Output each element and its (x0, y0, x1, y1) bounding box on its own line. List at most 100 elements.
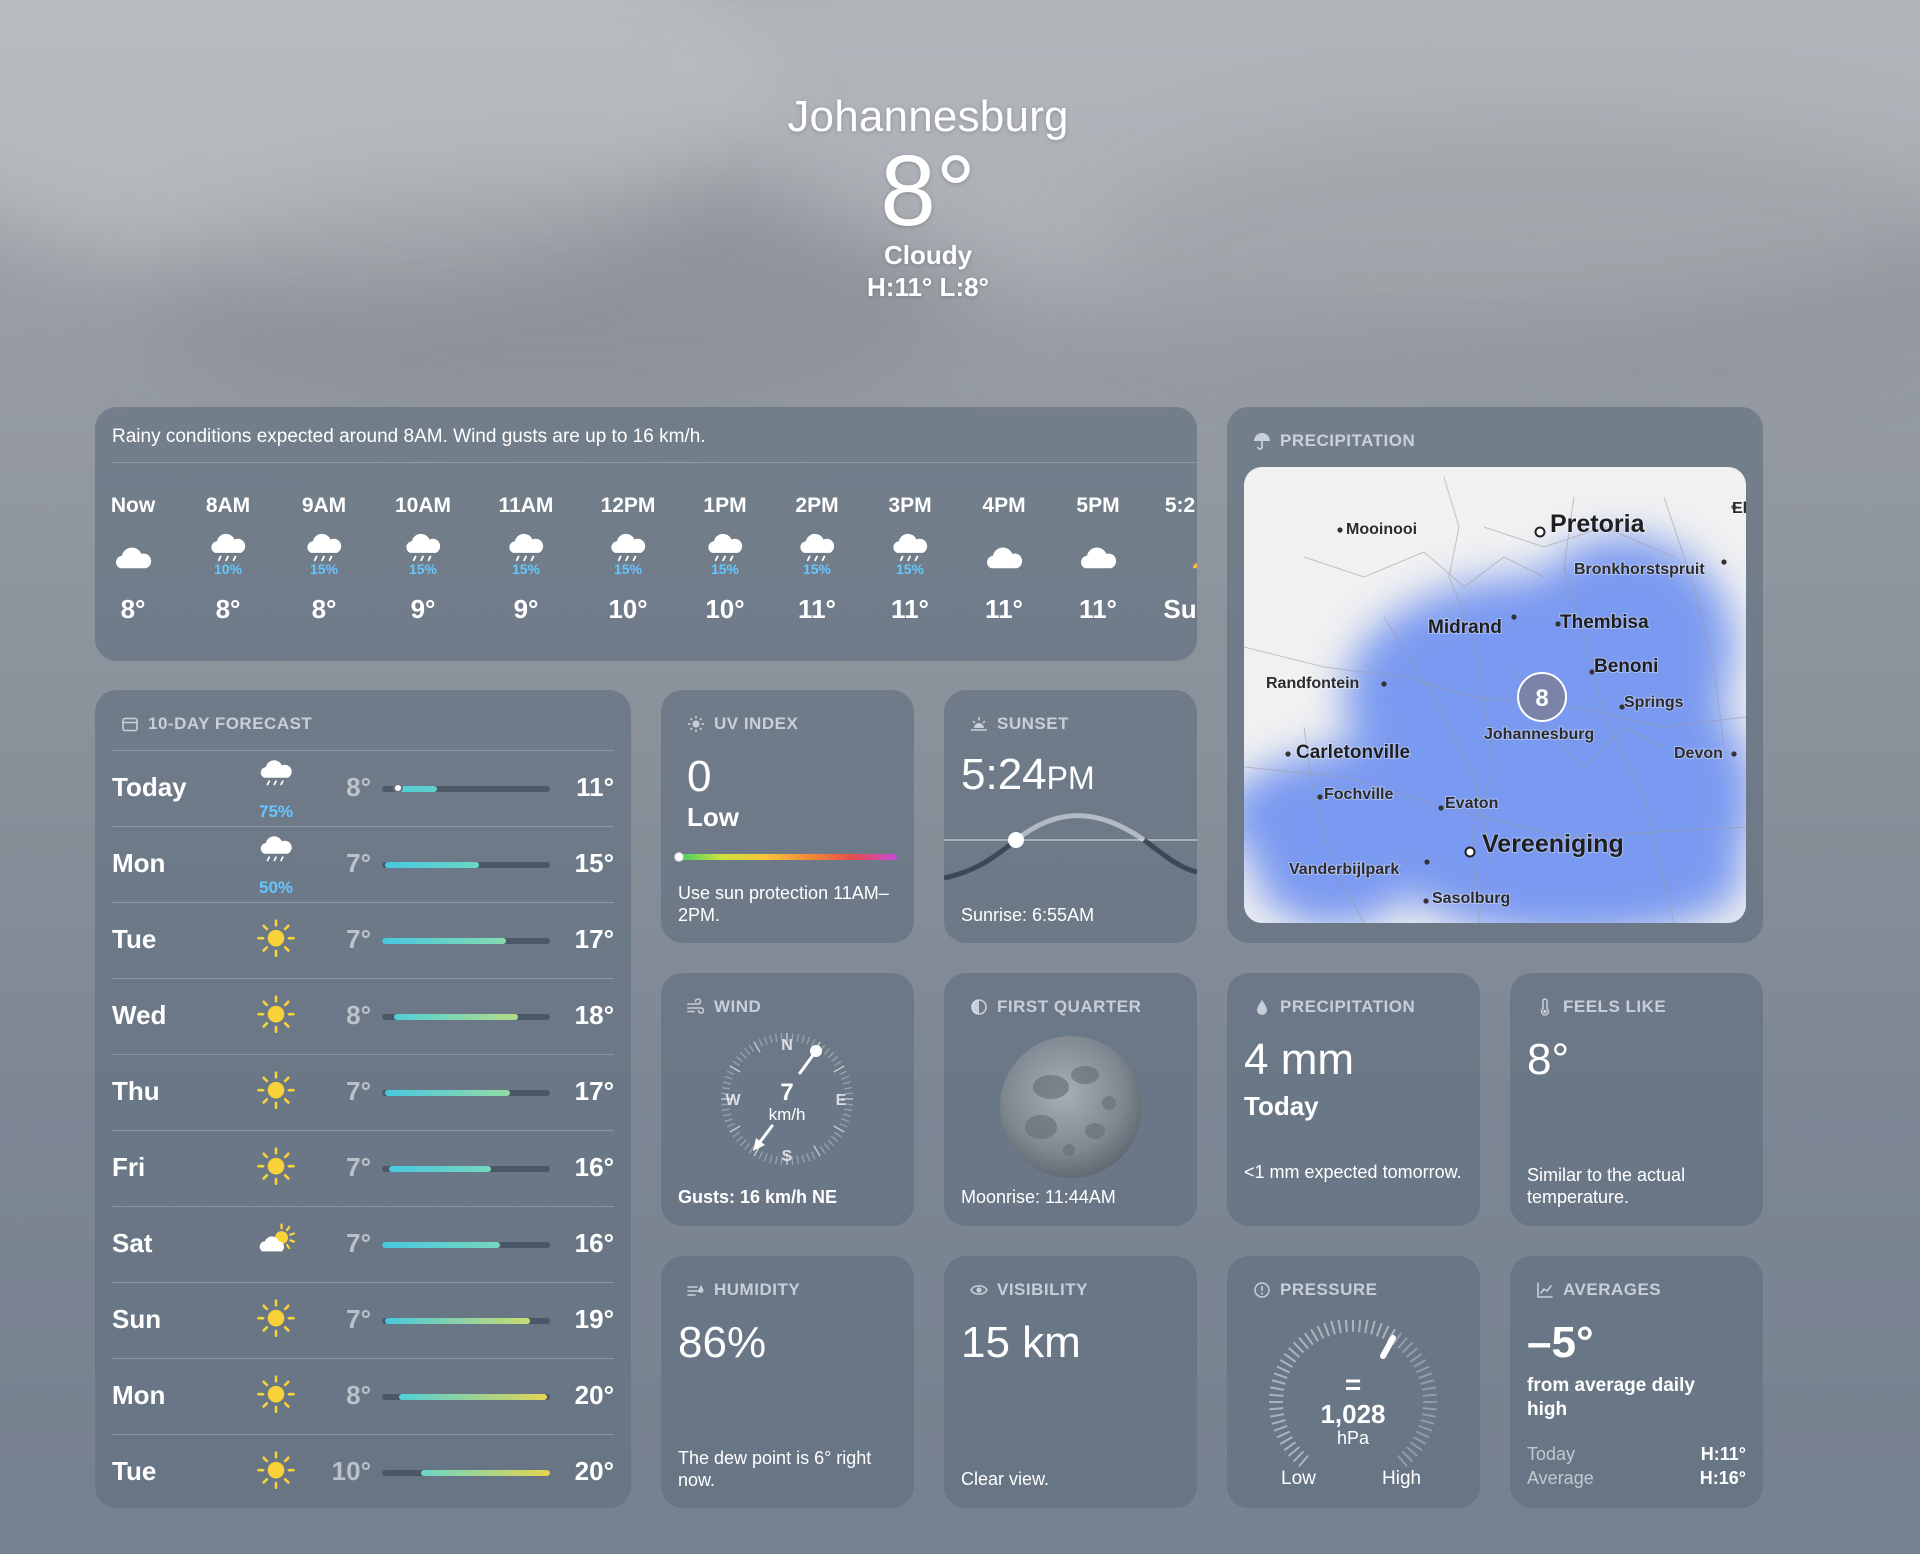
thermometer-icon (1540, 998, 1550, 1016)
hour-temp: 8° (120, 594, 146, 624)
forecast-row[interactable]: Sun 7° 19° (112, 1282, 614, 1358)
visibility-value: 15 km (961, 1318, 1081, 1367)
humidity-panel[interactable]: HUMIDITY 86% The dew point is 6° right n… (661, 1256, 914, 1508)
precipitation-map-panel[interactable]: PRECIPITATION Pretoria Mooinooi E Bronkh… (1227, 407, 1763, 943)
hourly-summary: Rainy conditions expected around 8AM. Wi… (112, 426, 706, 447)
compass-tick (753, 1041, 761, 1053)
temp-range-track (382, 1242, 550, 1248)
compass-tick (721, 1108, 731, 1112)
hour-time: 12PM (600, 494, 656, 517)
pressure-tick (1420, 1379, 1435, 1385)
averages-row: Today H:11° (1527, 1444, 1746, 1468)
pressure-tick (1283, 1441, 1297, 1451)
forecast-row[interactable]: Fri 7° 16° (112, 1130, 614, 1206)
forecast-row[interactable]: Wed 8° 18° (112, 978, 614, 1054)
hour-temp: 10° (608, 594, 648, 624)
wind-panel[interactable]: WIND N E S W 7 km/h Gusts: 16 km/h NE (661, 973, 914, 1226)
forecast-row[interactable]: Mon 50% 7° 15° (112, 826, 614, 902)
averages-panel[interactable]: AVERAGES –5° from average daily high Tod… (1510, 1256, 1763, 1508)
sunset-panel[interactable]: SUNSET 5:24PM Sunrise: 6:55AM (944, 690, 1197, 943)
humidity-title: HUMIDITY (714, 1280, 801, 1299)
pressure-tick (1270, 1413, 1285, 1418)
pressure-tick (1409, 1353, 1423, 1363)
averages-row-value: H:11° (1700, 1444, 1746, 1464)
cloud-rain-icon: 15% (769, 521, 865, 591)
pressure-tick (1422, 1393, 1437, 1397)
map-city-label: Fochville (1324, 786, 1393, 803)
forecast-low: 7° (346, 1076, 371, 1106)
sun-icon (250, 1448, 302, 1496)
compass-tick (769, 1035, 773, 1044)
hour-time: 1PM (703, 494, 747, 517)
map-city-dot (1511, 614, 1517, 620)
compass-tick (723, 1081, 732, 1085)
map-city-dot (1381, 681, 1387, 687)
forecast-low: 7° (346, 1152, 371, 1182)
forecast-day: Fri (112, 1152, 146, 1182)
hour-temp: 8° (311, 594, 337, 624)
pressure-tick (1358, 1320, 1362, 1333)
averages-row-label: Today (1527, 1444, 1576, 1464)
visibility-panel[interactable]: VISIBILITY 15 km Clear view. (944, 1256, 1197, 1508)
wind-unit: km/h (769, 1105, 806, 1124)
map-city-label: Carletonville (1296, 742, 1410, 763)
compass-tick (801, 1154, 805, 1163)
cloud-rain-icon (250, 830, 302, 878)
map-city-dot (1464, 846, 1476, 858)
temp-range-bar (382, 1242, 500, 1248)
ten-day-header: 10-DAY FORECAST (121, 714, 312, 734)
sun-path-graph (944, 813, 1197, 881)
compass-tick (841, 1075, 850, 1080)
temp-range-bar (385, 1318, 530, 1324)
compass-tick (732, 1060, 740, 1067)
map-city-label: Devon (1674, 745, 1723, 762)
map-city-label: Pretoria (1550, 510, 1646, 538)
hour-time: 9AM (301, 494, 347, 517)
eye-icon (970, 1285, 988, 1295)
moon-title: FIRST QUARTER (997, 997, 1142, 1016)
compass-tick (842, 1113, 851, 1117)
wind-speed: 7 (780, 1079, 793, 1106)
forecast-row[interactable]: Thu 7° 17° (112, 1054, 614, 1130)
hour-temp: 11° (985, 594, 1023, 624)
pressure-tick (1421, 1413, 1436, 1418)
uv-scale-bar (678, 854, 897, 860)
precipitation-total-panel[interactable]: PRECIPITATION 4 mm Today <1 mm expected … (1227, 973, 1480, 1226)
pressure-high-label: High (1382, 1468, 1422, 1489)
hour-temp: 8° (215, 594, 241, 624)
compass-tick (763, 1153, 768, 1162)
forecast-low: 7° (346, 1228, 371, 1258)
pressure-panel[interactable]: PRESSURE = 1,028 hPa Low High (1227, 1256, 1480, 1508)
forecast-row[interactable]: Sat 7° 16° (112, 1206, 614, 1282)
moon-phase-panel[interactable]: FIRST QUARTER Moonrise: 11:44AM (944, 973, 1197, 1226)
pressure-tick (1283, 1353, 1297, 1363)
pressure-low-label: Low (1281, 1468, 1316, 1489)
temp-range-track (382, 862, 550, 868)
sun-icon (250, 992, 302, 1040)
ten-day-forecast-panel[interactable]: 10-DAY FORECAST Today 75% 8° 11° Mon 50% … (95, 690, 631, 1508)
compass-tick (796, 1155, 800, 1165)
compass-tick (810, 1151, 816, 1160)
uv-index-panel[interactable]: UV INDEX 0 Low Use sun protection 11AM–2… (661, 690, 914, 943)
forecast-row[interactable]: Tue 7° 17° (112, 902, 614, 978)
pressure-unit: hPa (1337, 1428, 1370, 1448)
feels-like-panel[interactable]: FEELS LIKE 8° Similar to the actual temp… (1510, 973, 1763, 1226)
forecast-row[interactable]: Mon 8° 20° (112, 1358, 614, 1434)
compass-tick (830, 1056, 839, 1063)
hour-time: 8AM (205, 494, 251, 517)
forecast-row[interactable]: Today 75% 8° 11° (112, 750, 614, 826)
hourly-forecast-panel[interactable]: Rainy conditions expected around 8AM. Wi… (95, 407, 1197, 661)
compass-tick (833, 1125, 845, 1133)
compass-tick (726, 1122, 735, 1128)
pressure-header: PRESSURE (1253, 1280, 1378, 1300)
precipitation-map[interactable]: Pretoria Mooinooi Ek Bronkhorstspruit Midran… (1244, 467, 1746, 923)
forecast-row[interactable]: Tue 10° 20° (112, 1434, 614, 1508)
precipitation-map-title: PRECIPITATION (1280, 431, 1416, 450)
pressure-tick (1304, 1332, 1314, 1346)
compass-w: W (725, 1092, 741, 1109)
uv-level: Low (687, 802, 739, 832)
forecast-day: Sat (112, 1228, 153, 1258)
cloud-rain-icon: 10% (180, 521, 276, 591)
pressure-tick (1401, 1450, 1414, 1463)
hour-column: 9AM 15% 8° (276, 491, 372, 627)
